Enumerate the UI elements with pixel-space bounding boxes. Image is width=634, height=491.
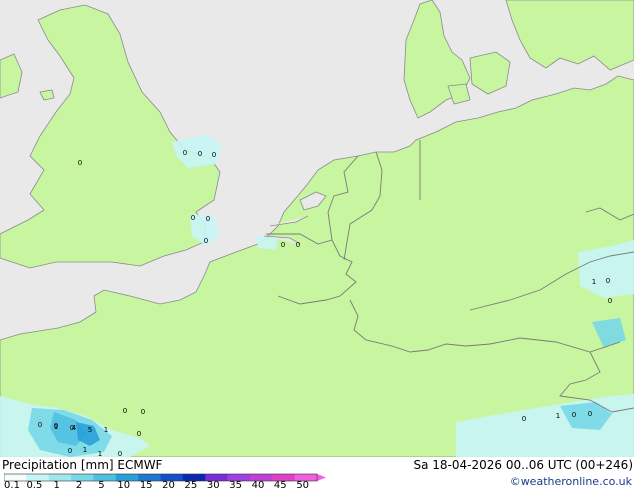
precip-label: 1: [83, 446, 87, 454]
credit-link[interactable]: ©weatheronline.co.uk: [510, 475, 632, 489]
precip-label: 1: [98, 450, 102, 457]
precip-label: 0: [38, 421, 42, 429]
precip-label: 0: [281, 241, 285, 249]
scale-swatch: [71, 474, 94, 481]
precip-label: 0: [183, 149, 187, 157]
precip-label: 0: [522, 415, 526, 423]
precip-label: 0: [296, 241, 300, 249]
scale-swatch: [48, 474, 72, 481]
scale-arrow: [317, 474, 326, 481]
precip-label: 0: [68, 447, 72, 455]
precip-label: 5: [88, 426, 92, 434]
precipitation-map: 00 0 00 00 0 00 00 0 001 4 5 1 01 1 00100 1 0 0: [0, 0, 634, 457]
precip-label: 0: [588, 410, 592, 418]
map-title: Precipitation [mm] ECMWF: [2, 458, 163, 472]
precip-label: 0: [204, 237, 208, 245]
precip-label: 0: [606, 277, 610, 285]
precip-label: 0: [572, 411, 576, 419]
scale-swatch: [93, 474, 117, 481]
precip-label: 0: [608, 297, 612, 305]
precip-label: 0: [198, 150, 202, 158]
precip-label: 0: [212, 151, 216, 159]
precip-label: 1: [592, 278, 596, 286]
precip-label: 0: [137, 430, 141, 438]
precip-label: 0: [78, 159, 82, 167]
precip-label: 1: [54, 423, 58, 431]
precip-label: 0: [118, 450, 122, 457]
precip-label: 0: [141, 408, 145, 416]
precip-label: 0: [191, 214, 195, 222]
precip-label: 1: [104, 426, 108, 434]
map-footer: Precipitation [mm] ECMWF Sa 18-04-2026 0…: [0, 457, 634, 491]
precip-label: 0: [123, 407, 127, 415]
precip-label: 1: [556, 412, 560, 420]
precip-label: 0: [206, 215, 210, 223]
precip-label: 4: [72, 424, 77, 432]
valid-time: Sa 18-04-2026 00..06 UTC (00+246): [413, 458, 633, 472]
